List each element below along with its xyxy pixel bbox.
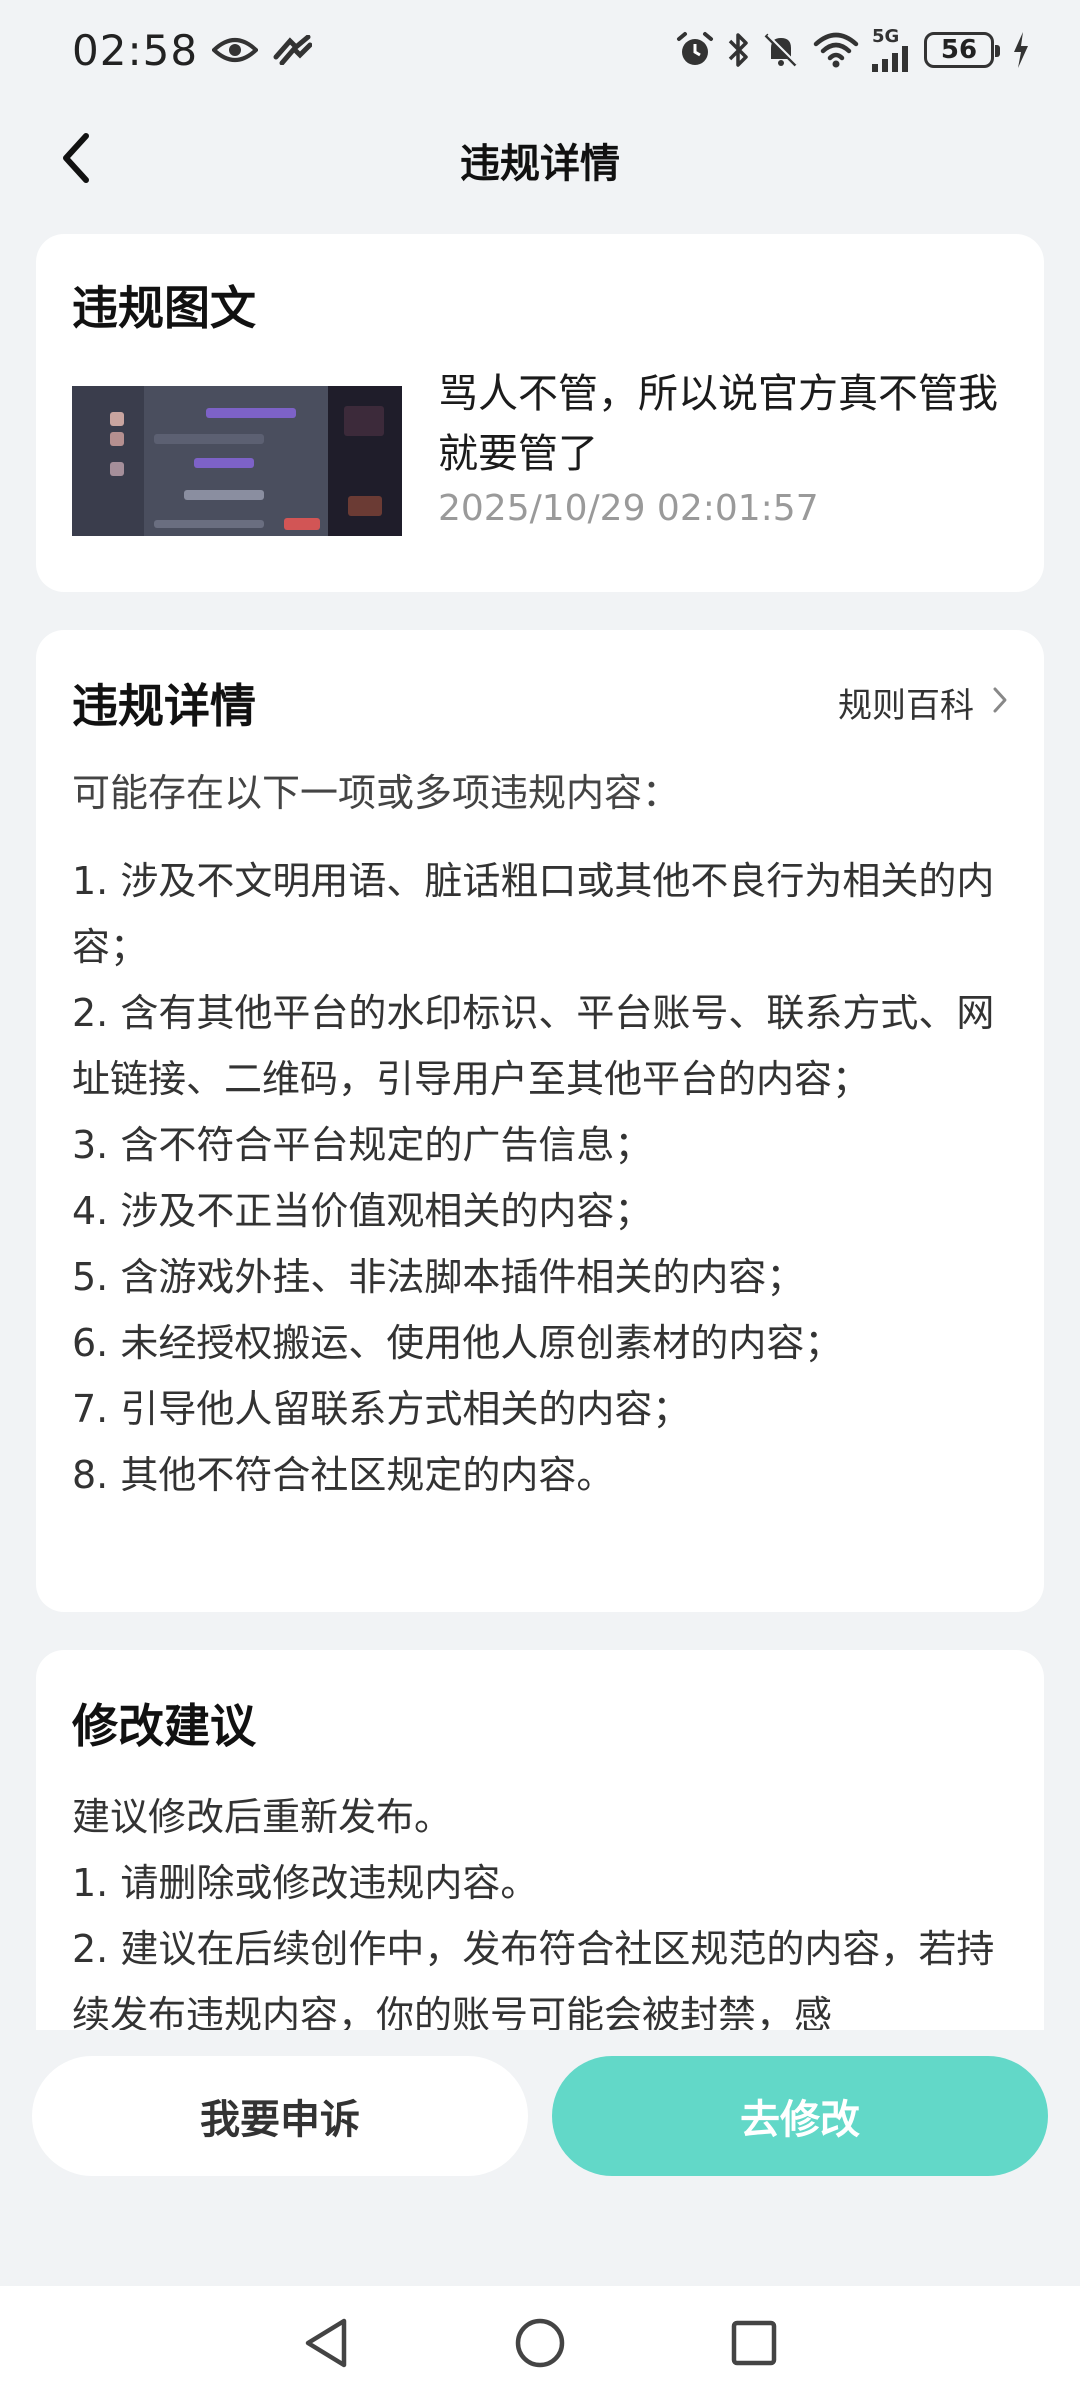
advice-card: 修改建议 建议修改后重新发布。 1. 请删除或修改违规内容。 2. 建议在后续创… xyxy=(36,1650,1044,2030)
system-nav-bar xyxy=(0,2286,1080,2400)
action-bar: 我要申诉 去修改 xyxy=(0,2030,1080,2286)
thumbnail-bubble xyxy=(206,408,296,418)
thumbnail-input xyxy=(154,520,264,528)
advice-line: 2. 建议在后续创作中，发布符合社区规范的内容，若持续发布违规内容，你的账号可能… xyxy=(72,1927,995,2030)
status-time: 02:58 xyxy=(72,25,199,75)
home-circle-icon[interactable] xyxy=(508,2311,572,2375)
violation-item: 2. 含有其他平台的水印标识、平台账号、联系方式、网址链接、二维码，引导用户至其… xyxy=(72,991,995,1101)
post-section-title: 违规图文 xyxy=(72,281,256,335)
page-title: 违规详情 xyxy=(460,141,620,187)
status-left: 02:58 xyxy=(72,25,313,75)
violation-item: 5. 含游戏外挂、非法脚本插件相关的内容； xyxy=(72,1255,805,1299)
post-thumbnail[interactable] xyxy=(72,386,402,536)
network-type: 5G xyxy=(872,26,900,47)
advice-list: 建议修改后重新发布。 1. 请删除或修改违规内容。 2. 建议在后续创作中，发布… xyxy=(72,1784,1022,2030)
back-button[interactable] xyxy=(48,132,104,188)
eye-icon xyxy=(212,35,259,65)
post-text: 骂人不管，所以说官方真不管我就要管了 xyxy=(438,371,998,477)
violation-item: 7. 引导他人留联系方式相关的内容； xyxy=(72,1387,691,1431)
violation-list: 1. 涉及不文明用语、脏话粗口或其他不良行为相关的内容； 2. 含有其他平台的水… xyxy=(72,848,1012,1508)
violation-card: 违规详情 规则百科 可能存在以下一项或多项违规内容： 1. 涉及不文明用语、脏话… xyxy=(36,630,1044,1612)
mute-bell-icon xyxy=(762,31,800,69)
thumbnail-bubble xyxy=(154,434,264,444)
violation-item: 3. 含不符合平台规定的广告信息； xyxy=(72,1123,653,1167)
charging-icon xyxy=(1012,32,1030,68)
thumbnail-game xyxy=(328,386,402,536)
chevron-right-icon xyxy=(992,683,1008,723)
signal-icon: 5G xyxy=(872,28,912,72)
battery-indicator: 56 xyxy=(924,32,1000,68)
thumbnail-bubble xyxy=(194,458,254,468)
thumbnail-avatar xyxy=(110,462,124,476)
thumbnail-avatar xyxy=(110,432,124,446)
advice-section-title: 修改建议 xyxy=(72,1699,256,1753)
violation-item: 8. 其他不符合社区规定的内容。 xyxy=(72,1453,615,1497)
thumbnail-bubble xyxy=(184,490,264,500)
post-card: 违规图文 骂人不管，所以说官方真不管我就要管了 2025/10/29 02:01… xyxy=(36,234,1044,592)
thumbnail-avatar xyxy=(110,412,124,426)
thumbnail-sidebar xyxy=(72,386,144,536)
thumbnail-send xyxy=(284,518,320,530)
wifi-icon xyxy=(812,32,860,68)
status-right: 5G 56 xyxy=(676,28,1030,72)
thumbnail-character xyxy=(348,496,382,516)
edit-button[interactable]: 去修改 xyxy=(552,2056,1048,2176)
alarm-icon xyxy=(676,31,714,69)
violation-intro: 可能存在以下一项或多项违规内容： xyxy=(72,771,681,815)
advice-line: 建议修改后重新发布。 xyxy=(72,1795,453,1839)
bluetooth-icon xyxy=(726,31,750,69)
rules-wiki-link[interactable]: 规则百科 xyxy=(838,678,1008,727)
violation-item: 1. 涉及不文明用语、脏话粗口或其他不良行为相关的内容； xyxy=(72,859,995,969)
advice-line: 1. 请删除或修改违规内容。 xyxy=(72,1861,539,1905)
status-bar: 02:58 5G 56 xyxy=(0,0,1080,100)
vpn-icon xyxy=(272,35,313,65)
header: 违规详情 xyxy=(0,110,1080,210)
thumbnail-chat xyxy=(144,386,328,536)
violation-item: 4. 涉及不正当价值观相关的内容； xyxy=(72,1189,653,1233)
chevron-left-icon xyxy=(58,132,94,188)
recents-square-icon[interactable] xyxy=(722,2311,786,2375)
violation-item: 6. 未经授权搬运、使用他人原创素材的内容； xyxy=(72,1321,843,1365)
rules-wiki-label: 规则百科 xyxy=(838,686,974,726)
appeal-button[interactable]: 我要申诉 xyxy=(32,2056,528,2176)
post-timestamp: 2025/10/29 02:01:57 xyxy=(438,488,819,529)
violation-section-title: 违规详情 xyxy=(72,679,256,733)
back-triangle-icon[interactable] xyxy=(294,2311,358,2375)
thumbnail-character xyxy=(344,406,384,436)
